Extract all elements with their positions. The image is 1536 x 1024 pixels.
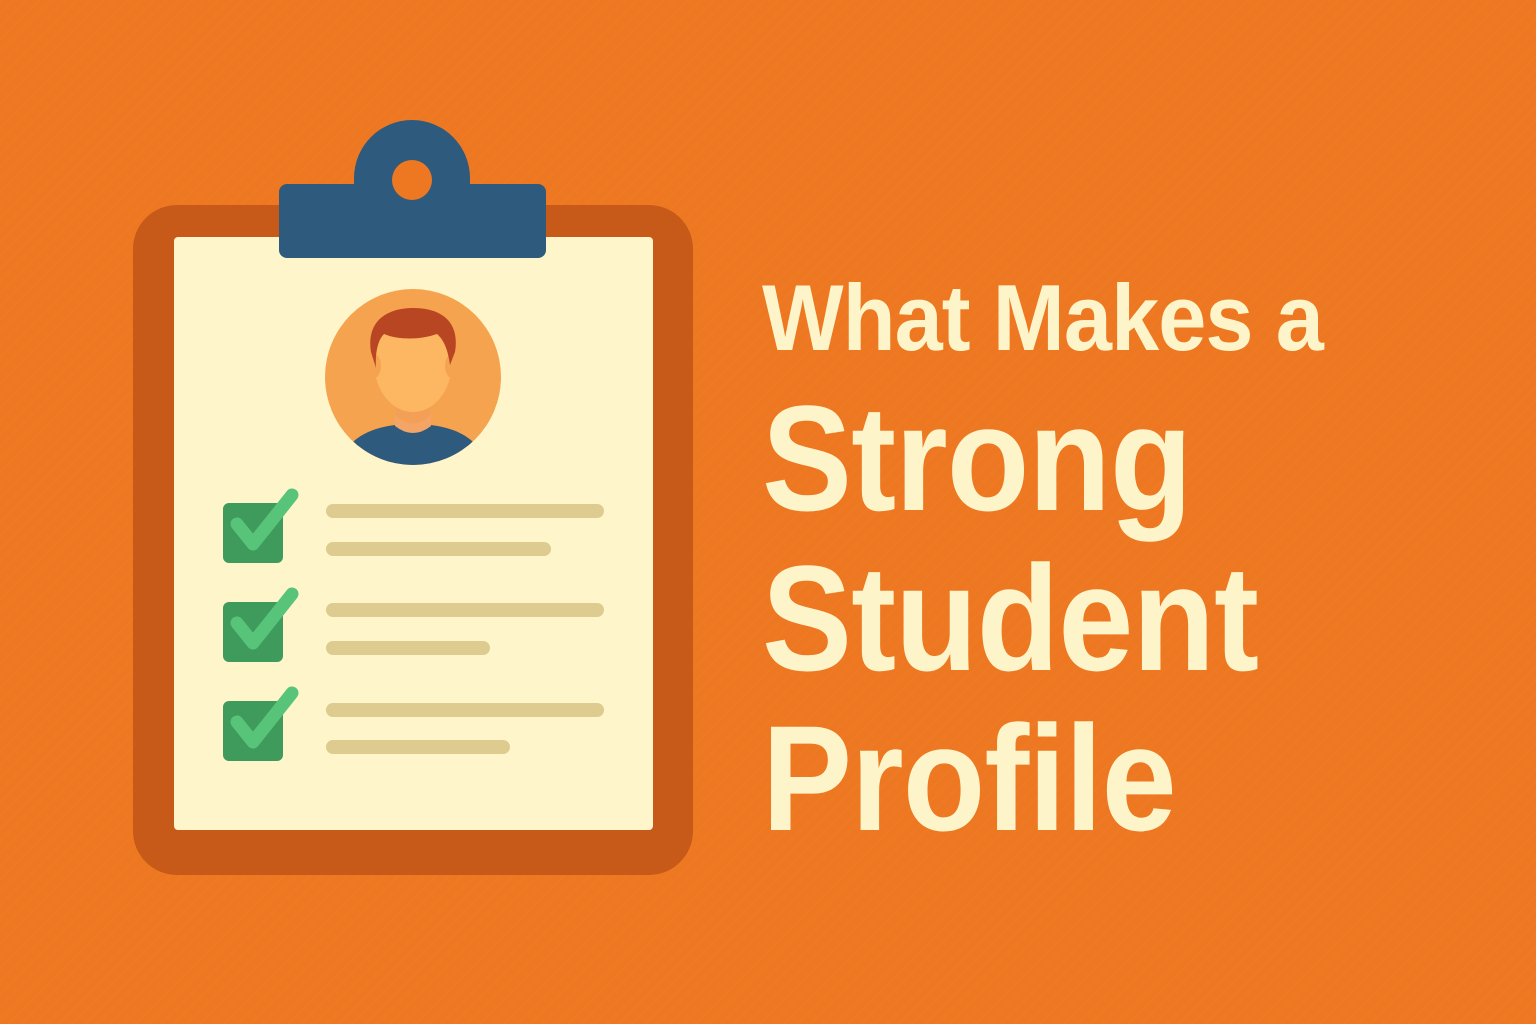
placeholder-text-line <box>326 740 510 754</box>
headline: What Makes a Strong Student Profile <box>762 258 1502 858</box>
headline-line-1: What Makes a <box>762 265 1324 370</box>
headline-line-4: Profile <box>762 694 1177 862</box>
placeholder-text-line <box>326 603 604 617</box>
headline-line-3: Student <box>762 534 1259 702</box>
placeholder-text-line <box>326 504 604 518</box>
placeholder-text-line <box>326 641 490 655</box>
placeholder-text-line <box>326 542 551 556</box>
headline-line-2: Strong <box>762 374 1192 542</box>
placeholder-text-line <box>326 703 604 717</box>
clipboard-illustration <box>133 120 693 875</box>
clip-icon <box>279 120 546 258</box>
